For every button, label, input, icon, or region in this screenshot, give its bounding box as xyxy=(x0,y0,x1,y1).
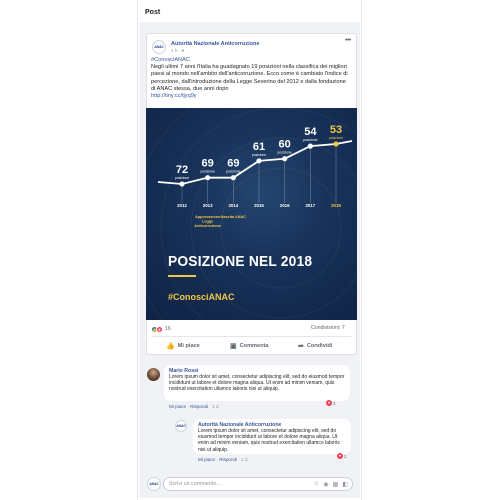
camera-icon[interactable]: ◉ xyxy=(323,481,328,488)
comment-button[interactable]: ▣ Commenta xyxy=(230,341,269,351)
comment-actions: Mi piace · Rispondi · 1 d xyxy=(169,404,219,409)
comment-likes-count: 2 xyxy=(333,400,336,406)
share-button[interactable]: ➦ Condividi xyxy=(298,341,332,351)
post-meta: 1 h · ● xyxy=(171,48,184,53)
post-author[interactable]: Autorità Nazionale Anticorruzione xyxy=(171,41,259,47)
data-label-2018: 53 xyxy=(330,124,342,136)
post-hashtag[interactable]: #ConosciANAC xyxy=(151,57,351,64)
thumbs-up-icon: 👍 xyxy=(166,343,175,350)
post-time[interactable]: 1 h xyxy=(171,48,177,53)
x-tick-2012: 2012 xyxy=(177,203,187,208)
data-label-2016: 60 xyxy=(279,139,291,151)
x-tick-2015: 2015 xyxy=(254,203,264,208)
page-avatar[interactable]: ANAC xyxy=(152,40,166,54)
data-point-2013 xyxy=(205,175,211,181)
love-reaction-icon: ♥ xyxy=(156,325,163,333)
annotation-2013: Approvazione Legge Anticorruzione xyxy=(194,215,221,228)
comment-input[interactable]: Scrivi un commento... ☺ ◉ ▩ ◧ xyxy=(163,477,353,491)
x-tick-2017: 2017 xyxy=(305,203,315,208)
reply-like-badge[interactable]: ♥ 2 xyxy=(337,453,346,459)
ranking-chart: 72posizione201269posizione201369posizion… xyxy=(146,108,357,320)
x-tick-2014: 2014 xyxy=(228,203,238,208)
composer-avatar: ANAC xyxy=(147,477,161,491)
comment-time[interactable]: 1 d xyxy=(212,404,218,409)
title-underline xyxy=(168,275,196,277)
share-icon: ➦ xyxy=(298,343,304,350)
data-label-2015: 61 xyxy=(253,141,265,153)
data-suffix-2015: posizione xyxy=(252,153,266,157)
comment-text: Lorem ipsum dolor sit amet, consectetur … xyxy=(169,374,345,393)
shares-count[interactable]: Condivisioni: 7 xyxy=(311,325,345,331)
data-suffix-2016: posizione xyxy=(278,151,292,155)
heart-icon: ♥ xyxy=(326,400,332,406)
more-options-icon[interactable]: ••• xyxy=(345,37,351,44)
data-point-2017 xyxy=(307,143,313,149)
avatar-logo-text: ANAC xyxy=(149,482,159,486)
commenter-avatar[interactable] xyxy=(147,368,160,381)
share-label: Condividi xyxy=(306,343,333,349)
like-button[interactable]: 👍 Mi piace xyxy=(166,341,200,351)
data-point-2014 xyxy=(230,175,236,181)
avatar-logo-text: ANAC xyxy=(154,45,164,49)
x-tick-2013: 2013 xyxy=(203,203,213,208)
data-point-2016 xyxy=(282,156,288,162)
reply-like-link[interactable]: Mi piace xyxy=(198,457,215,462)
post-text: Negli ultimi 7 anni l'Italia ha guadagna… xyxy=(151,64,348,92)
post-link[interactable]: http://tiny.cc/tjyq9y xyxy=(151,93,351,100)
sticker-icon[interactable]: ◧ xyxy=(342,481,348,488)
reply-reply-link[interactable]: Rispondi xyxy=(219,457,237,462)
globe-icon: · ● xyxy=(178,48,185,53)
comment-like-badge[interactable]: ♥ 2 xyxy=(326,400,335,406)
infographic-title: POSIZIONE NEL 2018 xyxy=(168,253,313,270)
comment-icon: ▣ xyxy=(230,343,237,350)
x-tick-2016: 2016 xyxy=(280,203,290,208)
composer-icons: ☺ ◉ ▩ ◧ xyxy=(313,481,348,488)
data-suffix-2013: posizione xyxy=(201,170,215,174)
avatar-logo-text: ANAC xyxy=(176,424,186,428)
background-arc xyxy=(160,108,357,320)
data-label-2012: 72 xyxy=(176,164,188,176)
like-label: Mi piace xyxy=(177,343,200,349)
emoji-icon[interactable]: ☺ xyxy=(313,481,319,488)
data-label-2014: 69 xyxy=(227,158,239,170)
data-label-2013: 69 xyxy=(202,158,214,170)
reactions-summary[interactable]: 👍 ♥ 16 xyxy=(151,325,171,333)
reply-bubble: Autorità Nazionale Anticorruzione Lorem … xyxy=(193,419,351,454)
gif-icon[interactable]: ▩ xyxy=(333,481,339,488)
page-title: Post xyxy=(145,9,161,16)
comment-reply-link[interactable]: Rispondi xyxy=(190,404,208,409)
data-label-2017: 54 xyxy=(304,126,317,138)
infographic-hashtag: #ConosciANAC xyxy=(168,292,235,302)
reactions-count: 16 xyxy=(165,326,171,332)
data-point-2012 xyxy=(179,181,185,187)
data-suffix-2014: posizione xyxy=(226,170,240,174)
reply-likes-count: 2 xyxy=(344,453,347,459)
heart-icon: ♥ xyxy=(337,453,343,459)
comment-bubble: Mario Rossi Lorem ipsum dolor sit amet, … xyxy=(164,365,350,401)
data-suffix-2017: posizione xyxy=(303,138,317,142)
data-suffix-2012: posizione xyxy=(175,176,189,180)
comment-placeholder: Scrivi un commento... xyxy=(169,481,221,487)
comment-label: Commenta xyxy=(239,343,269,349)
reply-text: Lorem ipsum dolor sit amet, consectetur … xyxy=(198,428,340,453)
post-body: #ConosciANAC Negli ultimi 7 anni l'Itali… xyxy=(151,57,351,100)
post-infographic[interactable]: 72 posizione 2012 69 posizione 2013 69 posizion… xyxy=(146,108,357,320)
divider xyxy=(151,336,351,337)
reply-time[interactable]: 1 d xyxy=(241,457,247,462)
x-tick-2018: 2018 xyxy=(331,203,341,208)
data-suffix-2018: posizione xyxy=(329,136,343,140)
data-point-2018 xyxy=(333,141,339,147)
data-point-2015 xyxy=(256,158,262,164)
reply-avatar[interactable]: ANAC xyxy=(175,420,187,432)
reply-actions: Mi piace · Rispondi · 1 d xyxy=(198,457,248,462)
background-arc xyxy=(220,167,342,289)
annotation-2014: Nascita ANAC xyxy=(221,215,247,219)
comment-like-link[interactable]: Mi piace xyxy=(169,404,186,409)
